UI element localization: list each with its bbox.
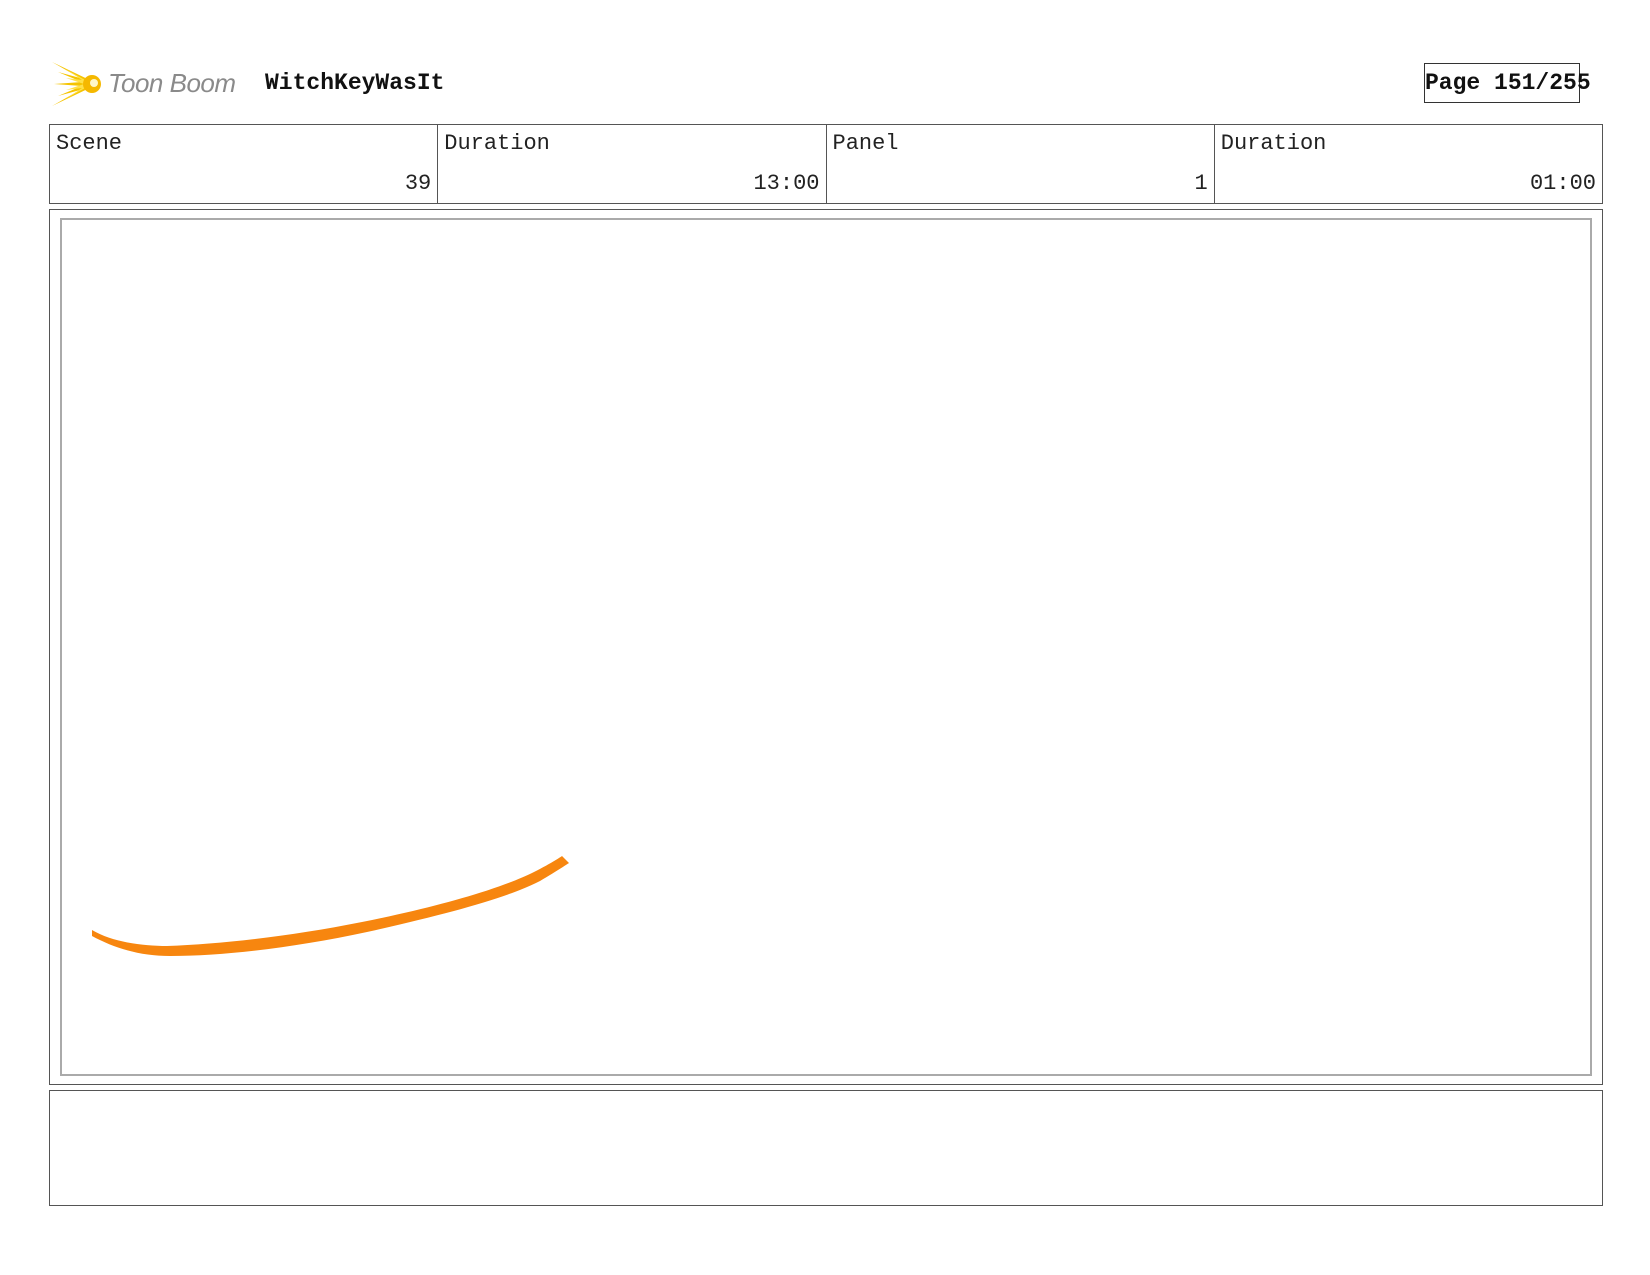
panel-value: 1 xyxy=(1194,171,1208,196)
scene-duration-label: Duration xyxy=(444,131,550,156)
logo-wordmark: Toon Boom xyxy=(108,68,236,98)
scene-duration-cell: Duration 13:00 xyxy=(438,125,827,203)
scene-value: 39 xyxy=(404,171,432,196)
scene-cell: Scene 39 xyxy=(50,125,439,203)
panel-label: Panel xyxy=(832,131,899,156)
panel-notes-box xyxy=(49,1090,1603,1206)
scene-label: Scene xyxy=(56,131,123,156)
page-header: Toon Boom WitchKeyWasIt Page 151/255 xyxy=(52,56,1604,112)
panel-drawing xyxy=(92,856,569,956)
toon-boom-logo: Toon Boom xyxy=(52,56,252,112)
page-number: Page 151/255 xyxy=(1424,63,1591,103)
scene-duration-value: 13:00 xyxy=(753,171,820,196)
panel-duration-label: Duration xyxy=(1220,131,1327,156)
scene-info-table: Scene 39 Duration 13:00 Panel 1 Duration… xyxy=(49,124,1603,204)
storyboard-panel-image xyxy=(60,218,1592,1076)
orange-brush-stroke xyxy=(92,856,569,956)
starburst-icon xyxy=(52,62,101,106)
panel-cell: Panel 1 xyxy=(827,125,1215,203)
panel-duration-value: 01:00 xyxy=(1529,171,1596,196)
project-title: WitchKeyWasIt xyxy=(265,70,445,96)
storyboard-panel-frame xyxy=(49,209,1603,1085)
panel-duration-cell: Duration 01:00 xyxy=(1215,125,1602,203)
